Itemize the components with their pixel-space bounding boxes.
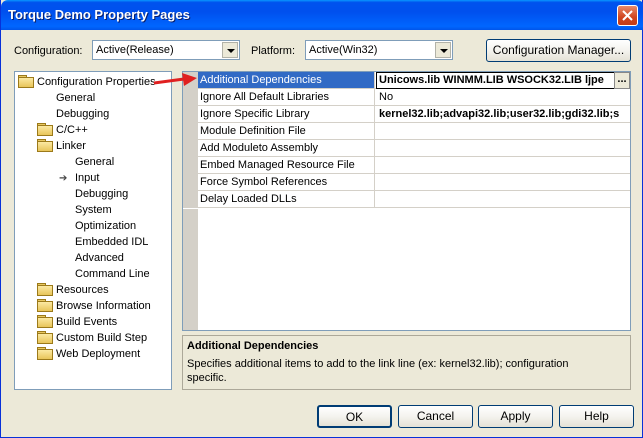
folder-icon xyxy=(37,331,53,344)
tree-item-web-deployment[interactable]: Web Deployment xyxy=(37,346,140,362)
tree-item-configuration-properties[interactable]: Configuration Properties xyxy=(18,74,156,90)
tree-item-general[interactable]: General xyxy=(56,90,95,106)
chevron-down-icon[interactable] xyxy=(222,42,238,58)
platform-value: Active(Win32) xyxy=(309,44,378,56)
configuration-manager-button[interactable]: Configuration Manager... xyxy=(486,39,631,62)
property-name: Ignore Specific Library xyxy=(198,106,375,122)
property-value xyxy=(376,140,630,156)
property-name: Force Symbol References xyxy=(198,174,375,190)
property-tree[interactable]: Configuration Properties General Debuggi… xyxy=(14,71,172,390)
property-grid[interactable]: Additional Dependencies Unicows.lib WINM… xyxy=(182,71,631,331)
property-value: No xyxy=(379,91,394,103)
grid-row-module-definition-file[interactable]: Module Definition File xyxy=(183,123,630,140)
window-title: Torque Demo Property Pages xyxy=(8,7,190,22)
tree-item-browse-information[interactable]: Browse Information xyxy=(37,298,151,314)
configuration-dropdown[interactable]: Active(Release) xyxy=(92,40,240,60)
folder-open-icon xyxy=(18,75,34,88)
folder-icon xyxy=(37,123,53,136)
description-text: Specifies additional items to add to the… xyxy=(187,358,569,384)
tree-item-cpp[interactable]: C/C++ xyxy=(37,122,88,138)
annotation-arrow-icon xyxy=(154,73,197,86)
grid-row-additional-dependencies[interactable]: Additional Dependencies Unicows.lib WINM… xyxy=(183,72,630,89)
grid-row-force-symbol-references[interactable]: Force Symbol References xyxy=(183,174,630,191)
property-name: Embed Managed Resource File xyxy=(198,157,375,173)
tree-item-input[interactable]: ➔ Input xyxy=(59,170,99,186)
grid-row-ignore-all-default-libraries[interactable]: Ignore All Default Libraries No xyxy=(183,89,630,106)
configuration-value: Active(Release) xyxy=(96,44,174,56)
folder-icon xyxy=(37,299,53,312)
folder-icon xyxy=(37,347,53,360)
tree-item-linker-general[interactable]: General xyxy=(75,154,114,170)
tree-item-optimization[interactable]: Optimization xyxy=(75,218,136,234)
property-value xyxy=(376,191,630,207)
tree-item-linker-debugging[interactable]: Debugging xyxy=(75,186,128,202)
description-title: Additional Dependencies xyxy=(187,340,319,352)
chevron-down-icon[interactable] xyxy=(435,42,451,58)
property-name: Ignore All Default Libraries xyxy=(198,89,375,105)
tree-item-debugging[interactable]: Debugging xyxy=(56,106,109,122)
configuration-label: Configuration: xyxy=(14,45,83,57)
property-name: Module Definition File xyxy=(198,123,375,139)
platform-dropdown[interactable]: Active(Win32) xyxy=(305,40,453,60)
grid-row-ignore-specific-library[interactable]: Ignore Specific Library kernel32.lib;adv… xyxy=(183,106,630,123)
folder-icon xyxy=(37,283,53,296)
property-name: Delay Loaded DLLs xyxy=(198,191,375,207)
tree-item-embedded-idl[interactable]: Embedded IDL xyxy=(75,234,148,250)
tree-item-build-events[interactable]: Build Events xyxy=(37,314,117,330)
tree-item-command-line[interactable]: Command Line xyxy=(75,266,150,282)
property-value xyxy=(376,123,630,139)
folder-open-icon xyxy=(37,139,53,152)
help-button[interactable]: Help xyxy=(559,405,634,428)
title-bar[interactable]: Torque Demo Property Pages xyxy=(1,0,643,30)
close-icon xyxy=(622,10,633,21)
property-value: kernel32.lib;advapi32.lib;user32.lib;gdi… xyxy=(379,108,620,120)
apply-button[interactable]: Apply xyxy=(478,405,553,428)
configuration-manager-label: Configuration Manager... xyxy=(492,43,625,57)
current-page-arrow-icon: ➔ xyxy=(59,173,68,184)
grid-row-embed-managed-resource-file[interactable]: Embed Managed Resource File xyxy=(183,157,630,174)
property-name: Add Moduleto Assembly xyxy=(198,140,375,156)
tree-item-linker[interactable]: Linker xyxy=(37,138,86,154)
ok-button[interactable]: OK xyxy=(317,405,392,428)
additional-dependencies-input[interactable]: Unicows.lib WINMM.LIB WSOCK32.LIB ljpe xyxy=(376,72,630,89)
folder-icon xyxy=(37,315,53,328)
tree-item-advanced[interactable]: Advanced xyxy=(75,250,124,266)
property-name: Additional Dependencies xyxy=(198,72,375,88)
description-pane: Additional Dependencies Specifies additi… xyxy=(182,335,631,390)
cancel-button[interactable]: Cancel xyxy=(398,405,473,428)
tree-item-resources[interactable]: Resources xyxy=(37,282,109,298)
property-value xyxy=(376,157,630,173)
ellipsis-button[interactable]: ... xyxy=(614,72,630,89)
grid-row-add-module-to-assembly[interactable]: Add Moduleto Assembly xyxy=(183,140,630,157)
property-pages-window: Torque Demo Property Pages Configuration… xyxy=(0,0,643,438)
tree-item-system[interactable]: System xyxy=(75,202,112,218)
property-value xyxy=(376,174,630,190)
tree-item-custom-build-step[interactable]: Custom Build Step xyxy=(37,330,147,346)
close-button[interactable] xyxy=(617,5,638,26)
grid-row-delay-loaded-dlls[interactable]: Delay Loaded DLLs xyxy=(183,191,630,208)
platform-label: Platform: xyxy=(251,45,296,57)
